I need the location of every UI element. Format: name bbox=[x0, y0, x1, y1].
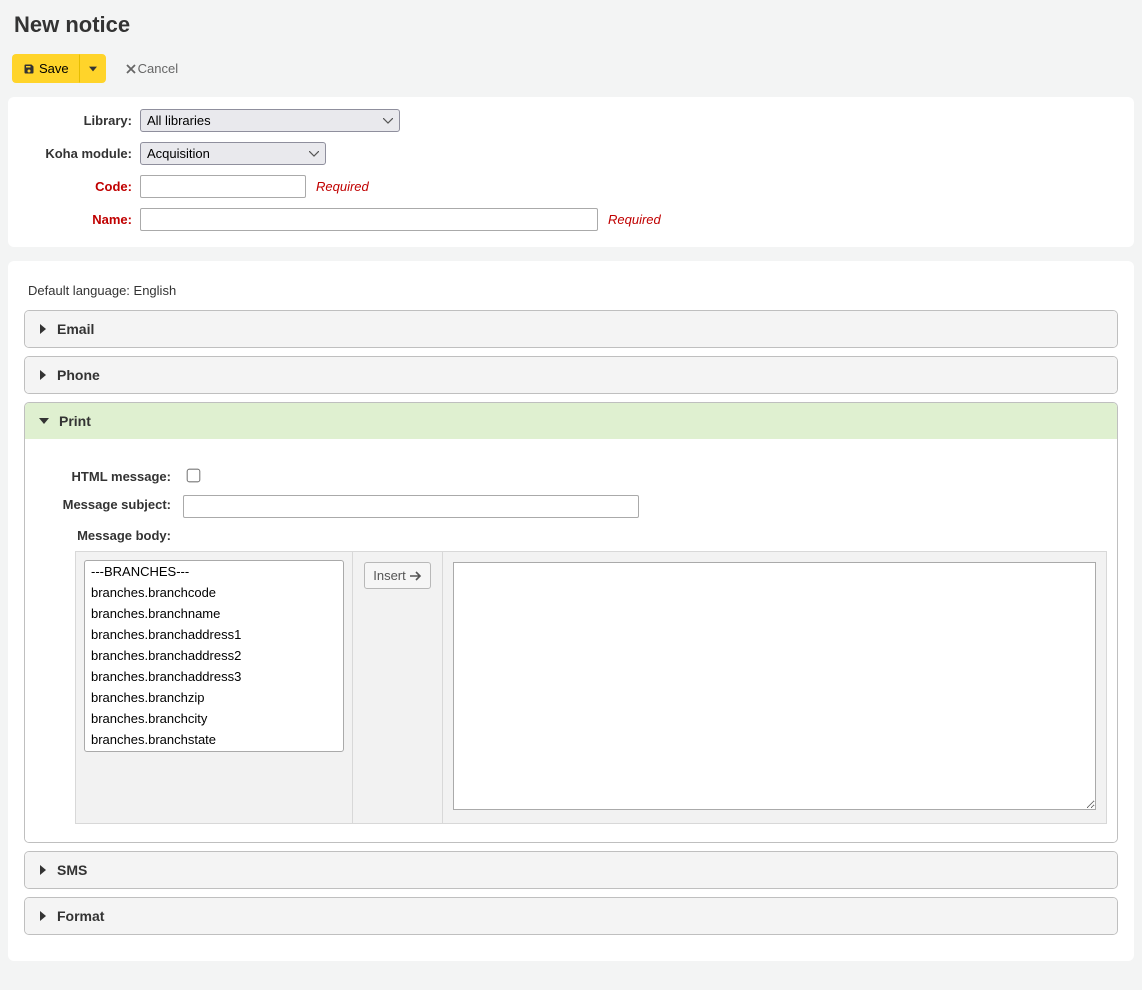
name-label: Name: bbox=[18, 212, 140, 227]
panel-format-label: Format bbox=[57, 908, 104, 924]
html-message-checkbox[interactable] bbox=[187, 469, 201, 483]
panel-print-body: HTML message: Message subject: Message b… bbox=[25, 439, 1117, 842]
field-option[interactable]: branches.branchaddress3 bbox=[85, 666, 343, 687]
field-option[interactable]: branches.branchzip bbox=[85, 687, 343, 708]
save-button-group: Save bbox=[12, 54, 106, 83]
save-icon bbox=[23, 63, 35, 75]
close-icon bbox=[126, 64, 136, 74]
field-option[interactable]: branches.branchaddress2 bbox=[85, 645, 343, 666]
default-language-value: English bbox=[134, 283, 177, 298]
cancel-button-label: Cancel bbox=[138, 61, 178, 76]
caret-right-icon bbox=[39, 370, 47, 380]
save-button[interactable]: Save bbox=[12, 54, 80, 83]
body-label: Message body: bbox=[35, 528, 183, 543]
name-input[interactable] bbox=[140, 208, 598, 231]
panel-format-header[interactable]: Format bbox=[25, 898, 1117, 934]
panel-print-header[interactable]: Print bbox=[25, 403, 1117, 439]
code-required-tag: Required bbox=[316, 179, 369, 194]
arrow-right-icon bbox=[410, 571, 422, 581]
save-dropdown-button[interactable] bbox=[80, 54, 106, 83]
field-option[interactable]: branches.branchstate bbox=[85, 729, 343, 750]
module-select[interactable]: Acquisition bbox=[140, 142, 326, 165]
code-label: Code: bbox=[18, 179, 140, 194]
field-option[interactable]: branches.branchname bbox=[85, 603, 343, 624]
insert-button[interactable]: Insert bbox=[364, 562, 431, 589]
default-language: Default language: English bbox=[28, 283, 1114, 298]
library-label: Library: bbox=[18, 113, 140, 128]
page-title: New notice bbox=[14, 12, 1134, 38]
body-column bbox=[443, 551, 1107, 824]
panel-sms-label: SMS bbox=[57, 862, 87, 878]
message-panels-card: Default language: English Email Phone Pr… bbox=[8, 261, 1134, 961]
fields-select[interactable]: ---BRANCHES---branches.branchcodebranche… bbox=[84, 560, 344, 752]
html-message-label: HTML message: bbox=[35, 467, 183, 484]
panel-email-header[interactable]: Email bbox=[25, 311, 1117, 347]
save-button-label: Save bbox=[39, 61, 69, 76]
cancel-button[interactable]: Cancel bbox=[120, 60, 184, 77]
subject-label: Message subject: bbox=[35, 495, 183, 512]
subject-input[interactable] bbox=[183, 495, 639, 518]
fields-column: ---BRANCHES---branches.branchcodebranche… bbox=[75, 551, 353, 824]
panel-sms: SMS bbox=[24, 851, 1118, 889]
panel-phone: Phone bbox=[24, 356, 1118, 394]
panel-phone-header[interactable]: Phone bbox=[25, 357, 1117, 393]
panel-phone-label: Phone bbox=[57, 367, 100, 383]
notice-form-card: Library: All libraries Koha module: Acqu… bbox=[8, 97, 1134, 247]
field-option[interactable]: branches.branchcode bbox=[85, 582, 343, 603]
panel-sms-header[interactable]: SMS bbox=[25, 852, 1117, 888]
panel-print-label: Print bbox=[59, 413, 91, 429]
field-option[interactable]: branches.branchcity bbox=[85, 708, 343, 729]
code-input[interactable] bbox=[140, 175, 306, 198]
panel-email-label: Email bbox=[57, 321, 94, 337]
toolbar: Save Cancel bbox=[12, 54, 1134, 83]
caret-right-icon bbox=[39, 324, 47, 334]
library-select[interactable]: All libraries bbox=[140, 109, 400, 132]
name-required-tag: Required bbox=[608, 212, 661, 227]
insert-button-label: Insert bbox=[373, 568, 406, 583]
panel-email: Email bbox=[24, 310, 1118, 348]
caret-right-icon bbox=[39, 865, 47, 875]
caret-down-icon bbox=[89, 66, 97, 72]
panel-format: Format bbox=[24, 897, 1118, 935]
caret-down-icon bbox=[39, 417, 49, 425]
insert-column: Insert bbox=[353, 551, 443, 824]
field-option[interactable]: ---BRANCHES--- bbox=[85, 561, 343, 582]
caret-right-icon bbox=[39, 911, 47, 921]
default-language-label: Default language: bbox=[28, 283, 134, 298]
panel-print: Print HTML message: Message subject: Mes… bbox=[24, 402, 1118, 843]
body-textarea[interactable] bbox=[453, 562, 1096, 810]
field-option[interactable]: branches.branchaddress1 bbox=[85, 624, 343, 645]
message-body-editor: ---BRANCHES---branches.branchcodebranche… bbox=[75, 551, 1107, 824]
module-label: Koha module: bbox=[18, 146, 140, 161]
